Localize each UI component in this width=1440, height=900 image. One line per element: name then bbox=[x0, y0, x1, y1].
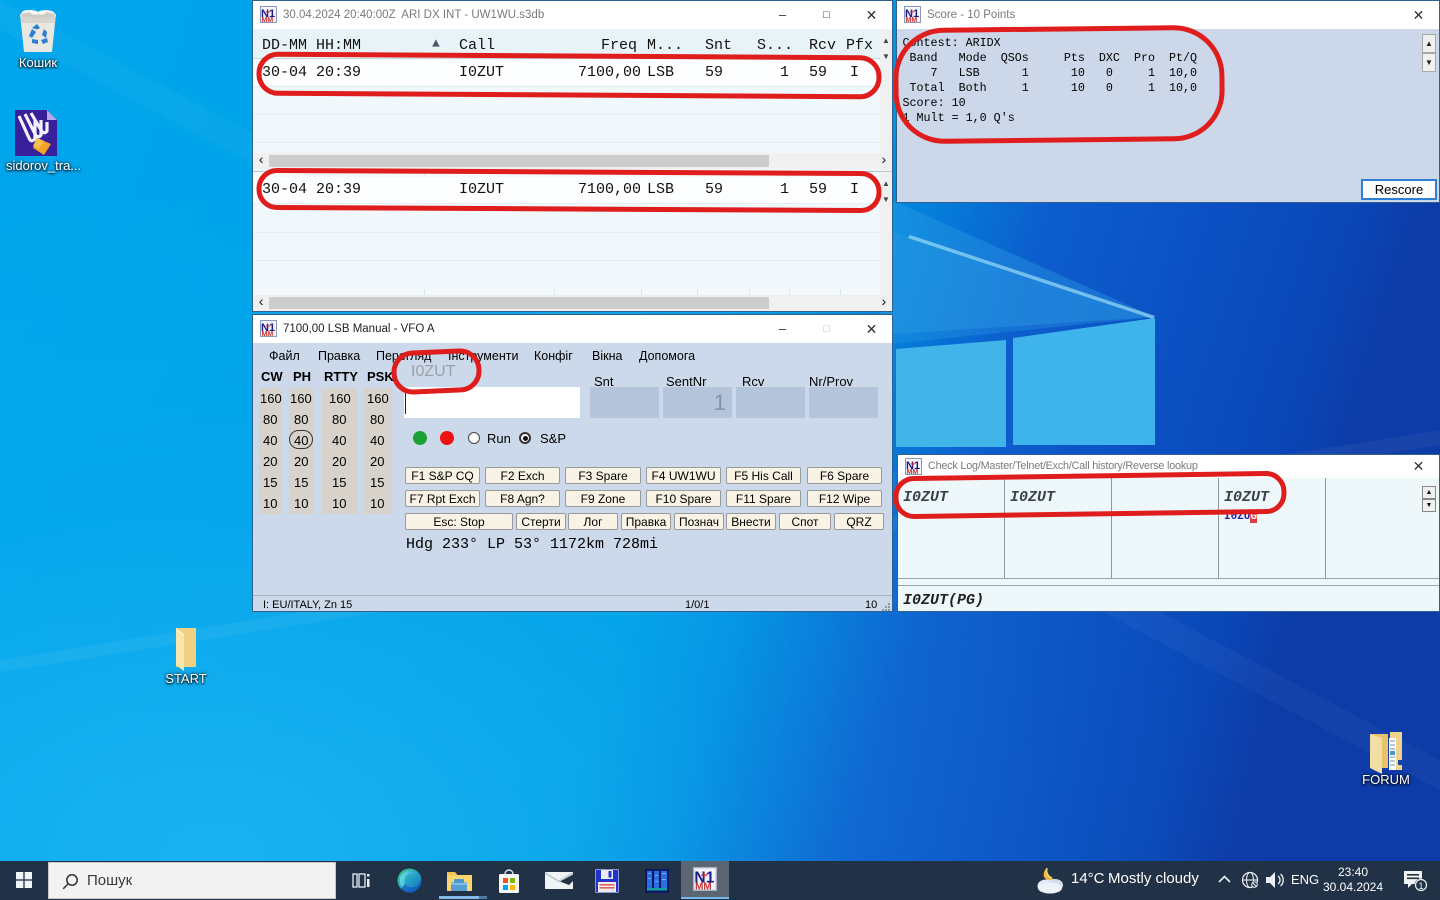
svg-text:1: 1 bbox=[1418, 881, 1423, 891]
svg-text:MM: MM bbox=[906, 17, 918, 23]
svg-text:+: + bbox=[266, 8, 271, 17]
svg-text:MM: MM bbox=[262, 17, 274, 23]
svg-text:+: + bbox=[910, 8, 915, 17]
svg-text:+: + bbox=[911, 460, 916, 469]
svg-text:+: + bbox=[701, 870, 708, 882]
svg-text:MM: MM bbox=[262, 331, 274, 337]
svg-text:MM: MM bbox=[907, 469, 919, 475]
svg-text:MM: MM bbox=[695, 882, 711, 891]
svg-text:+: + bbox=[266, 322, 271, 331]
